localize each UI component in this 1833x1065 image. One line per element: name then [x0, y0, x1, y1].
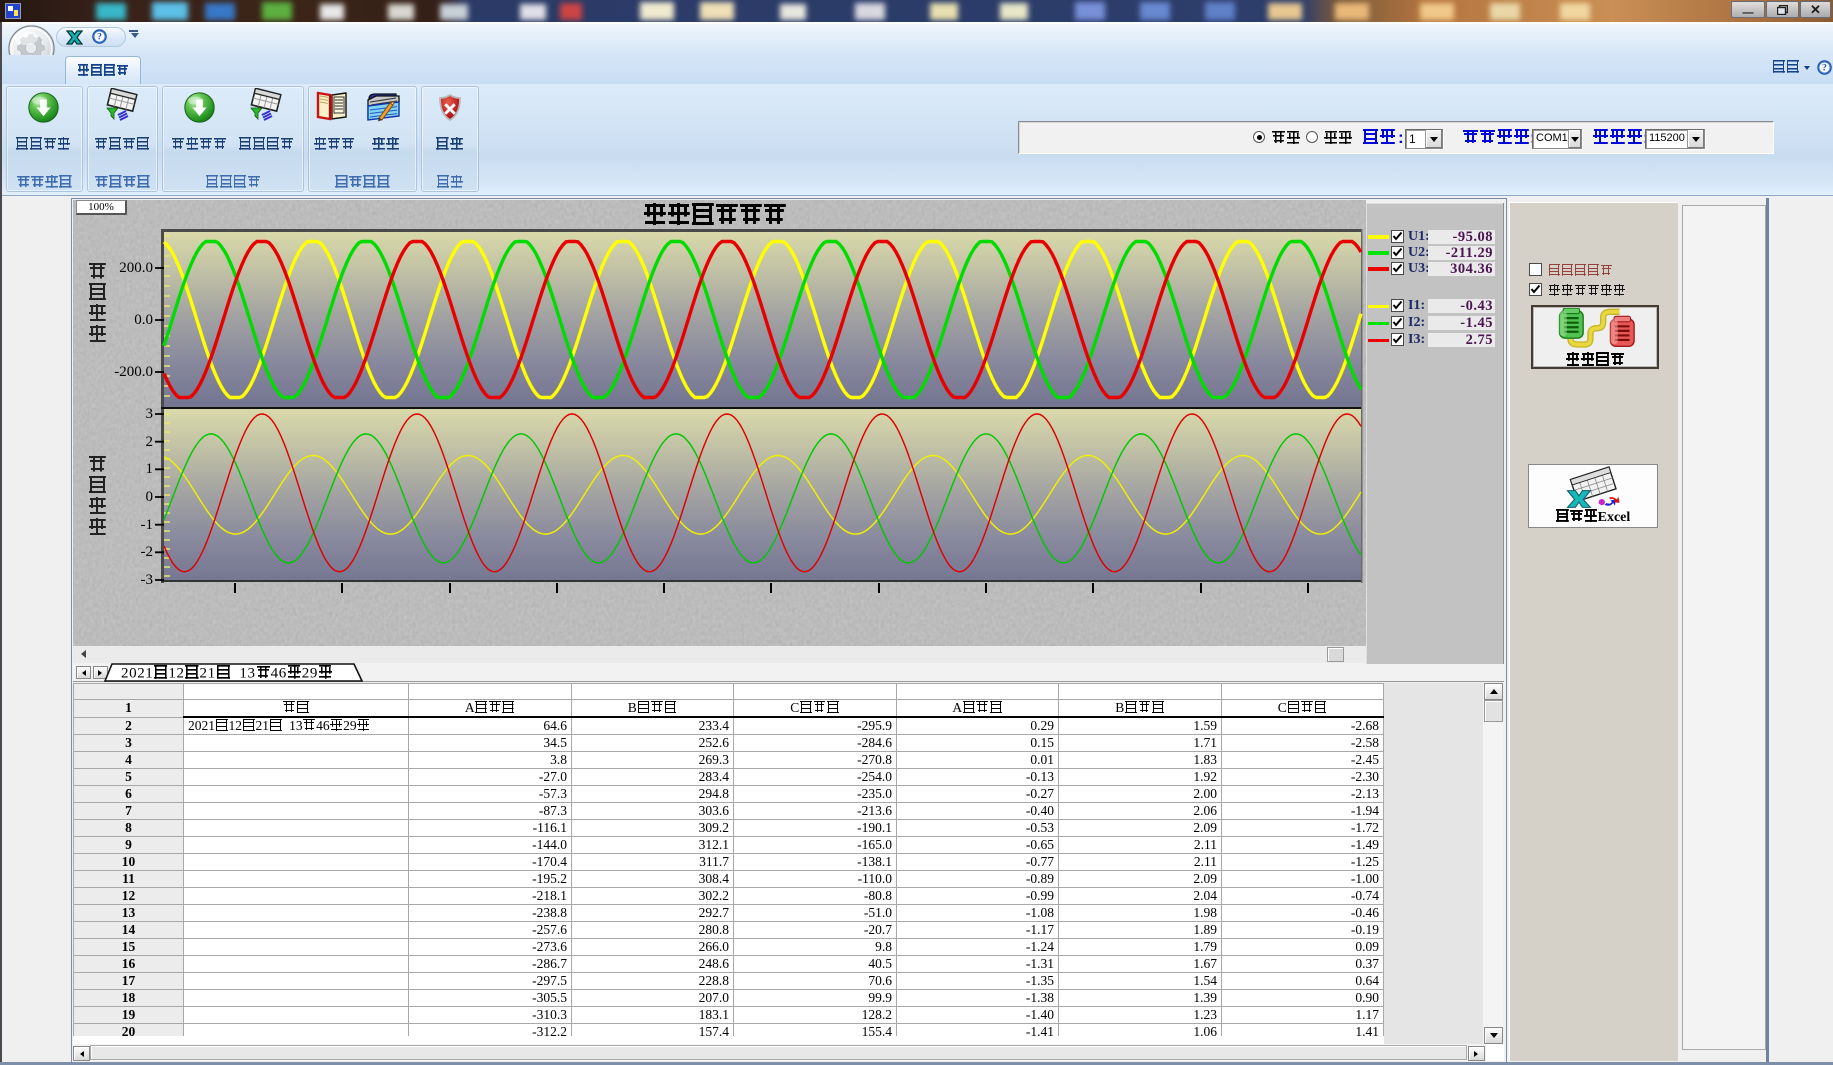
svg-text:?: ? — [97, 32, 102, 43]
svg-text:?: ? — [1822, 63, 1827, 74]
